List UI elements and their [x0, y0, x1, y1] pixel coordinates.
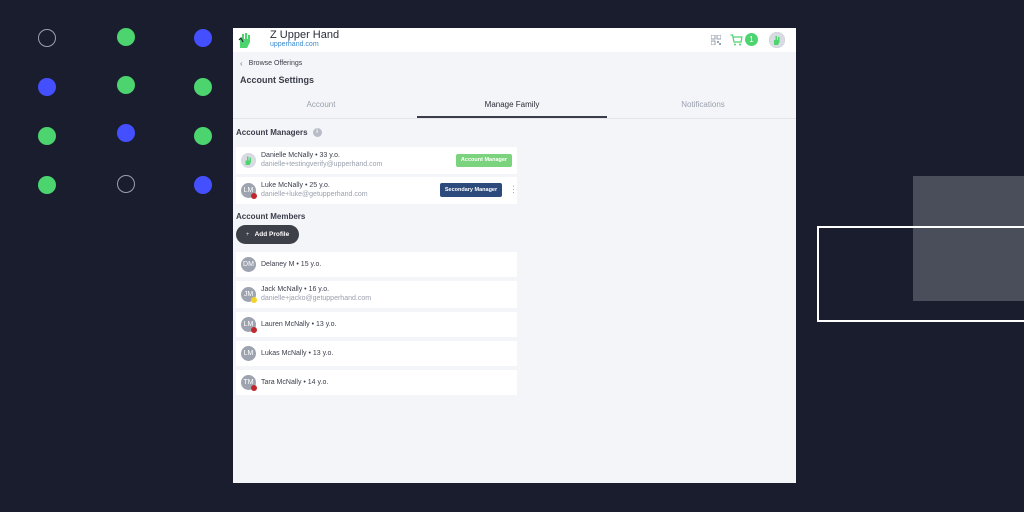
member-name: Jack McNally • 16 y.o. — [261, 286, 330, 293]
status-dot — [251, 385, 257, 391]
decor-dot — [117, 175, 135, 193]
more-options-icon[interactable]: ⋮ — [509, 185, 518, 194]
member-avatar: LM — [241, 346, 256, 361]
brand-url[interactable]: upperhand.com — [270, 41, 339, 48]
breadcrumb[interactable]: ‹ Browse Offerings — [240, 59, 302, 68]
account-managers-title: Account Managers — [236, 128, 308, 137]
top-bar: Z Upper Hand upperhand.com 1 — [233, 28, 796, 52]
avatar-initials: LM — [243, 350, 254, 357]
manager-avatar — [241, 153, 256, 168]
page-title: Account Settings — [240, 75, 315, 85]
decor-dot — [194, 29, 212, 47]
decor-dot — [117, 76, 135, 94]
manager-email: danielle+testingverify@upperhand.com — [261, 161, 383, 168]
manager-email: danielle+luke@getupperhand.com — [261, 191, 368, 198]
account-manager-button[interactable]: Account Manager — [456, 154, 512, 167]
add-profile-button[interactable]: + Add Profile — [236, 225, 299, 244]
member-avatar: TM — [241, 375, 257, 391]
decor-outline-rectangle — [817, 226, 1024, 322]
member-avatar: LM — [241, 317, 257, 333]
member-name: Delaney M • 15 y.o. — [261, 261, 322, 268]
manager-name: Danielle McNally • 33 y.o. — [261, 152, 340, 159]
member-card[interactable]: LM Lukas McNally • 13 y.o. — [236, 341, 517, 366]
decor-dot — [117, 124, 135, 142]
member-name: Lukas McNally • 13 y.o. — [261, 350, 334, 357]
app-window: Z Upper Hand upperhand.com 1 ‹ Browse Of… — [233, 28, 796, 483]
tab-account[interactable]: Account — [233, 94, 409, 116]
decor-dot — [38, 29, 56, 47]
breadcrumb-back-link[interactable]: Browse Offerings — [249, 60, 303, 67]
decor-dot — [194, 78, 212, 96]
status-dot — [251, 193, 257, 199]
qr-code-icon[interactable] — [711, 35, 721, 45]
decor-dot — [38, 78, 56, 96]
plus-icon: + — [245, 231, 250, 238]
member-card[interactable]: TM Tara McNally • 14 y.o. — [236, 370, 517, 395]
cart-count-badge[interactable]: 1 — [745, 33, 758, 46]
add-profile-label: Add Profile — [254, 231, 290, 238]
brand-name: Z Upper Hand — [270, 29, 340, 41]
avatar-initials: DM — [243, 261, 254, 268]
status-dot — [251, 297, 257, 303]
logo-icon[interactable] — [237, 31, 253, 49]
decor-dot — [194, 127, 212, 145]
manager-name: Luke McNally • 25 y.o. — [261, 182, 330, 189]
user-avatar[interactable] — [769, 32, 785, 48]
manager-card[interactable]: LM Luke McNally • 25 y.o. danielle+luke@… — [236, 177, 518, 204]
secondary-manager-button[interactable]: Secondary Manager — [440, 183, 502, 197]
account-managers-heading: Account Managers i — [236, 128, 322, 138]
avatar-image-icon — [241, 153, 256, 168]
decor-dot — [117, 28, 135, 46]
decor-dot — [38, 176, 56, 194]
tab-notifications[interactable]: Notifications — [613, 94, 793, 116]
member-card[interactable]: JM Jack McNally • 16 y.o. danielle+jacko… — [236, 281, 517, 308]
member-card[interactable]: DM Delaney M • 15 y.o. — [236, 252, 517, 277]
chevron-left-icon: ‹ — [240, 59, 243, 68]
info-icon[interactable]: i — [312, 128, 322, 138]
decor-dot — [194, 176, 212, 194]
tab-manage-family[interactable]: Manage Family — [417, 94, 607, 118]
member-name: Lauren McNally • 13 y.o. — [261, 321, 337, 328]
member-name: Tara McNally • 14 y.o. — [261, 379, 329, 386]
member-avatar: DM — [241, 257, 256, 272]
decor-dot — [38, 127, 56, 145]
manager-avatar: LM — [241, 183, 257, 199]
member-email: danielle+jacko@getupperhand.com — [261, 295, 372, 302]
status-dot — [251, 327, 257, 333]
brand[interactable]: Z Upper Hand upperhand.com — [270, 29, 340, 49]
tab-bar: Account Manage Family Notifications — [233, 94, 796, 119]
manager-card[interactable]: Danielle McNally • 33 y.o. danielle+test… — [236, 147, 517, 174]
cart-icon[interactable] — [730, 34, 743, 46]
member-avatar: JM — [241, 287, 257, 303]
member-card[interactable]: LM Lauren McNally • 13 y.o. — [236, 312, 517, 337]
avatar-image-icon — [769, 32, 785, 48]
account-members-title: Account Members — [236, 212, 306, 221]
